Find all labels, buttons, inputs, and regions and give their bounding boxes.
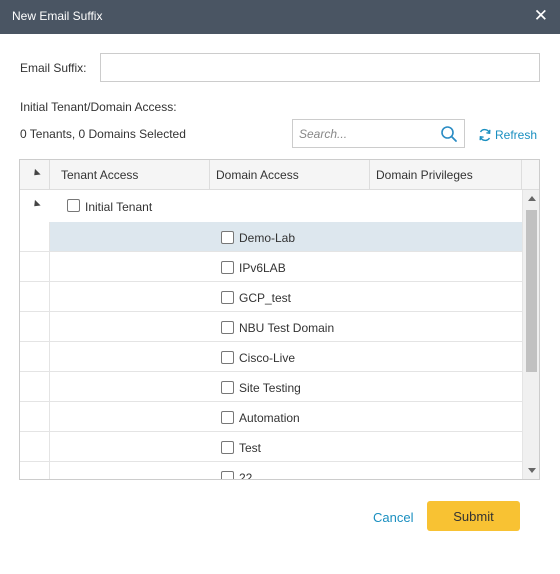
domain-label: Demo-Lab [239,231,296,245]
column-header-tenant-access[interactable]: Tenant Access [50,160,210,190]
tenant-checkbox[interactable] [67,199,80,212]
expand-all-column[interactable] [20,160,50,190]
close-icon[interactable]: ✕ [534,7,548,24]
domain-label: NBU Test Domain [239,321,335,335]
column-header-domain-privileges[interactable]: Domain Privileges [370,160,522,190]
grid-scrollbar[interactable] [522,190,539,479]
dialog-title: New Email Suffix [12,9,103,23]
collapse-tenant-icon[interactable] [31,199,41,210]
domain-row[interactable]: Test [20,432,522,462]
cancel-button[interactable]: Cancel [373,510,413,525]
domain-checkbox[interactable] [221,291,234,304]
tenant-row-content: Initial Tenant [50,190,522,219]
row-gutter [20,282,50,311]
search-box [292,119,465,148]
domain-checkbox[interactable] [221,261,234,274]
domain-row[interactable]: Automation [20,402,522,432]
domain-row[interactable]: Site Testing [20,372,522,402]
row-content: Cisco-Live [50,342,522,371]
row-gutter [20,462,50,479]
email-suffix-label: Email Suffix: [20,61,87,75]
tenant-label: Initial Tenant [85,200,153,214]
domain-checkbox[interactable] [221,351,234,364]
domain-row[interactable]: NBU Test Domain [20,312,522,342]
domain-label: GCP_test [239,291,292,305]
domain-checkbox[interactable] [221,321,234,334]
domain-row[interactable]: Cisco-Live [20,342,522,372]
grid-header: Tenant Access Domain Access Domain Privi… [20,160,539,190]
row-gutter [20,432,50,461]
row-content: Test [50,432,522,461]
domain-row[interactable]: IPv6LAB [20,252,522,282]
row-gutter [20,372,50,401]
domain-label: Cisco-Live [239,351,296,365]
domain-label: Site Testing [239,381,301,395]
domain-label: 22 [239,471,253,480]
selection-summary: 0 Tenants, 0 Domains Selected [20,127,186,141]
tenant-row-gutter [20,190,50,219]
row-gutter [20,402,50,431]
row-content: Site Testing [50,372,522,401]
domain-label: Test [239,441,262,455]
row-gutter [20,312,50,341]
domain-checkbox[interactable] [221,471,234,479]
domain-checkbox[interactable] [221,381,234,394]
scrollbar-thumb[interactable] [526,210,537,372]
scroll-down-icon[interactable] [528,468,536,473]
row-gutter [20,342,50,371]
grid-body: Initial Tenant Demo-Lab IPv6LAB GCP_test [20,190,522,479]
row-content: NBU Test Domain [50,312,522,341]
tenant-row: Initial Tenant [20,190,522,220]
refresh-label: Refresh [495,128,538,142]
domain-label: IPv6LAB [239,261,286,275]
access-label: Initial Tenant/Domain Access: [20,100,177,114]
refresh-icon [479,128,491,142]
domain-row[interactable]: 22 [20,462,522,480]
domain-checkbox[interactable] [221,441,234,454]
row-gutter [20,252,50,281]
row-content: Automation [50,402,522,431]
row-content: Demo-Lab [50,222,522,251]
row-content: IPv6LAB [50,252,522,281]
column-header-domain-access[interactable]: Domain Access [210,160,370,190]
access-grid: Tenant Access Domain Access Domain Privi… [19,159,540,480]
domain-checkbox[interactable] [221,231,234,244]
row-content: GCP_test [50,282,522,311]
dialog-titlebar: New Email Suffix ✕ [0,0,560,34]
row-gutter [20,222,50,251]
search-input[interactable] [293,120,433,147]
domain-checkbox[interactable] [221,411,234,424]
domain-label: Automation [239,411,300,425]
email-suffix-input[interactable] [100,53,540,82]
search-icon[interactable] [440,125,458,143]
row-content: 22 [50,462,522,480]
scroll-up-icon[interactable] [528,196,536,201]
domain-row[interactable]: GCP_test [20,282,522,312]
expand-all-icon[interactable] [31,168,41,179]
submit-button[interactable]: Submit [427,501,520,531]
domain-row[interactable]: Demo-Lab [20,222,522,252]
